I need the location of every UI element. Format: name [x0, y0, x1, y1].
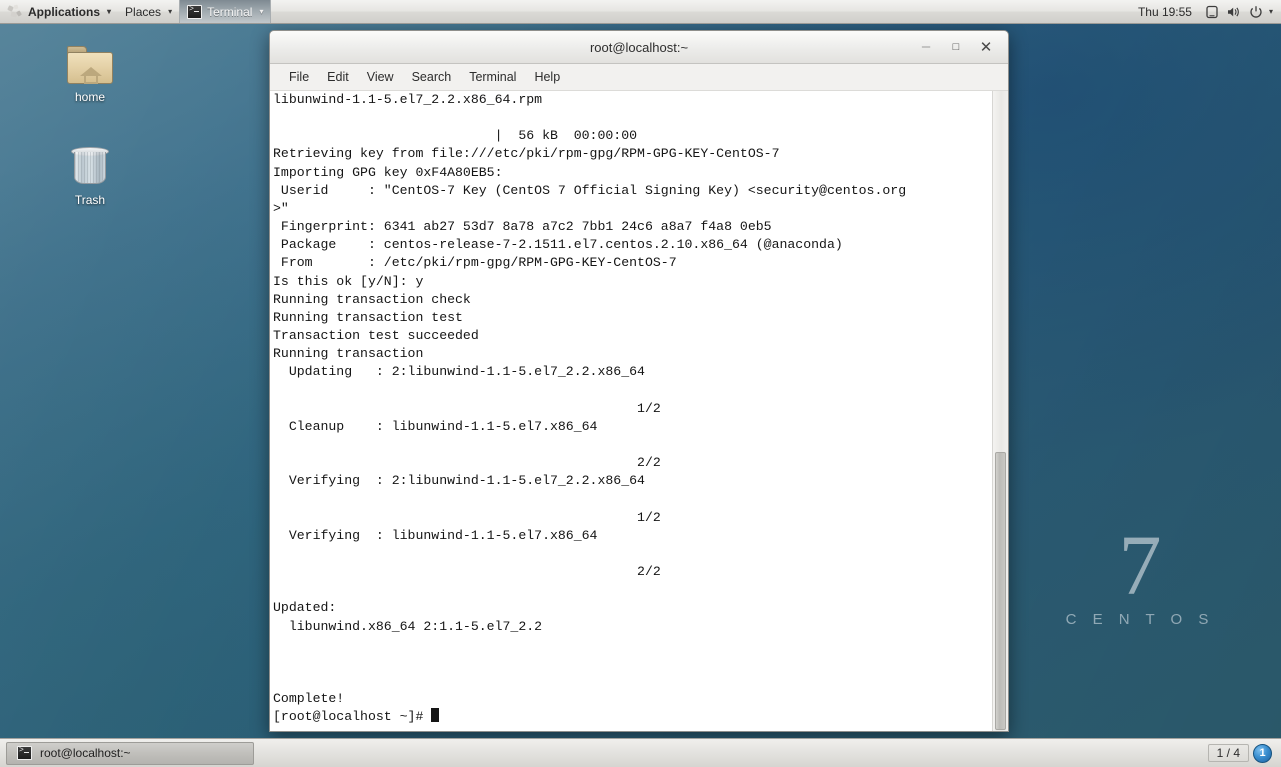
- volume-icon[interactable]: [1223, 0, 1245, 23]
- applications-menu[interactable]: Applications ▾: [0, 0, 118, 23]
- terminal-window[interactable]: root@localhost:~ – □ ✕ File Edit View Se…: [269, 30, 1009, 732]
- chevron-down-icon: ▾: [259, 7, 264, 16]
- desktop-icon-label-trash: Trash: [74, 193, 106, 207]
- terminal-scrollback: libunwind-1.1-5.el7_2.2.x86_64.rpm | 56 …: [273, 92, 907, 707]
- desktop-icon-trash[interactable]: Trash: [44, 145, 136, 207]
- desktop-icon-home[interactable]: home: [44, 46, 136, 104]
- panel-window-label: Terminal: [207, 4, 253, 19]
- watermark-brand-text: C E N T O S: [1065, 611, 1215, 628]
- menu-item-edit[interactable]: Edit: [318, 68, 358, 86]
- house-glyph: [80, 67, 102, 85]
- desktop-icon-label-home: home: [74, 90, 106, 104]
- watermark-version-number: 7: [1118, 517, 1162, 613]
- panel-window-terminal[interactable]: Terminal ▾: [179, 0, 272, 23]
- terminal-screen[interactable]: libunwind-1.1-5.el7_2.2.x86_64.rpm | 56 …: [270, 91, 1008, 731]
- menu-item-terminal[interactable]: Terminal: [460, 68, 525, 86]
- terminal-icon: [17, 746, 32, 760]
- places-menu-label: Places: [125, 4, 162, 19]
- window-titlebar[interactable]: root@localhost:~ – □ ✕: [270, 31, 1008, 64]
- house-wall: [84, 75, 98, 84]
- terminal-prompt: [root@localhost ~]#: [273, 709, 432, 725]
- trash-icon: [70, 145, 110, 187]
- terminal-icon: [187, 4, 203, 19]
- chevron-down-icon: ▾: [168, 7, 173, 16]
- power-icon[interactable]: [1245, 0, 1267, 23]
- menu-item-view[interactable]: View: [358, 68, 403, 86]
- menu-item-help[interactable]: Help: [525, 68, 569, 86]
- notification-badge[interactable]: 1: [1253, 743, 1272, 763]
- taskbar-item-terminal[interactable]: root@localhost:~: [6, 741, 254, 765]
- menu-item-search[interactable]: Search: [403, 68, 461, 86]
- centos-watermark: 7 C E N T O S: [1040, 517, 1240, 628]
- top-panel: Applications ▾ Places ▾ Terminal ▾ Thu 1…: [0, 0, 1281, 24]
- desktop-background[interactable]: 7 C E N T O S home Trash root@localhost:…: [0, 0, 1281, 767]
- terminal-scrollbar[interactable]: [992, 91, 1008, 731]
- chevron-down-icon: ▾: [107, 7, 112, 16]
- window-title: root@localhost:~: [589, 39, 689, 55]
- terminal-output-text: libunwind-1.1-5.el7_2.2.x86_64.rpm | 56 …: [273, 91, 989, 726]
- workspace-switcher[interactable]: 1 / 4: [1207, 744, 1249, 762]
- places-menu[interactable]: Places ▾: [118, 0, 179, 23]
- menu-item-file[interactable]: File: [280, 68, 318, 86]
- chevron-down-icon[interactable]: ▾: [1267, 7, 1281, 16]
- maximize-icon[interactable]: □: [948, 39, 964, 55]
- display-icon[interactable]: [1201, 0, 1223, 23]
- window-buttons: – □ ✕: [918, 39, 1008, 55]
- clock[interactable]: Thu 19:55: [1129, 5, 1201, 19]
- applications-icon: [7, 3, 23, 20]
- close-icon[interactable]: ✕: [978, 39, 994, 55]
- terminal-cursor: [431, 708, 440, 723]
- trash-can: [74, 152, 106, 184]
- minimize-icon[interactable]: –: [918, 39, 934, 54]
- terminal-menubar: File Edit View Search Terminal Help: [270, 64, 1008, 91]
- folder-body: [67, 52, 113, 84]
- home-folder-icon: [67, 46, 113, 84]
- taskbar: root@localhost:~ 1 / 4 1: [0, 738, 1281, 767]
- taskbar-item-label: root@localhost:~: [40, 746, 131, 760]
- terminal-scrollbar-thumb[interactable]: [995, 452, 1006, 730]
- applications-menu-label: Applications: [28, 4, 101, 19]
